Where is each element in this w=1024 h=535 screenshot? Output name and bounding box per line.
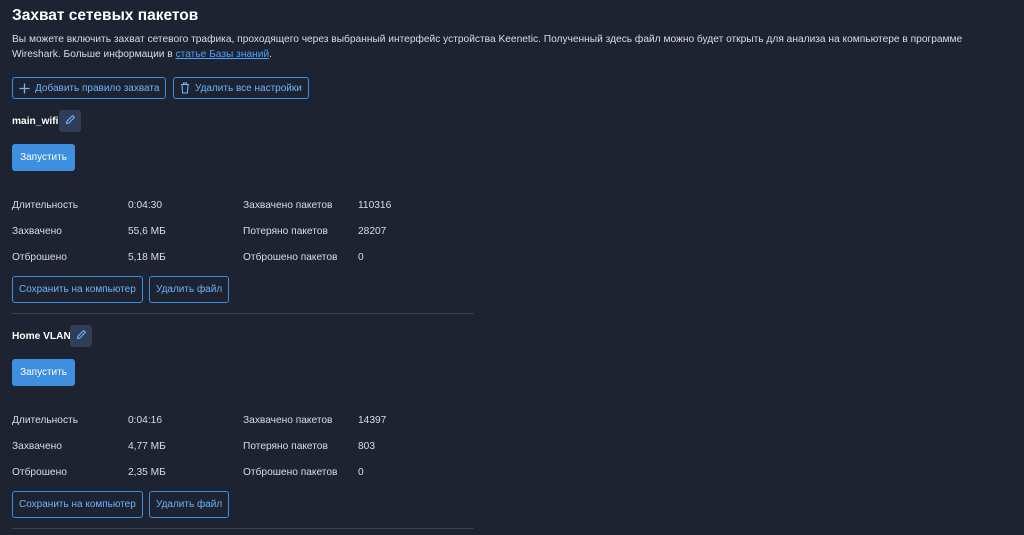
page-title: Захват сетевых пакетов	[12, 7, 199, 24]
packets-captured-label: Захвачено пакетов	[243, 200, 333, 211]
add-capture-rule-button[interactable]: Добавить правило захвата	[12, 77, 167, 99]
dropped-label: Отброшено	[12, 252, 67, 263]
duration-value: 0:04:30	[128, 200, 162, 211]
captured-label: Захвачено	[12, 226, 62, 237]
captured-value: 4,77 МБ	[128, 441, 166, 452]
section-divider	[12, 528, 474, 529]
packets-captured-value: 14397	[358, 415, 387, 426]
capture-name: main_wifi	[12, 116, 59, 127]
packets-dropped-value: 0	[358, 467, 364, 478]
captured-label: Захвачено	[12, 441, 62, 452]
save-to-computer-label: Сохранить на компьютер	[19, 499, 136, 510]
delete-all-settings-label: Удалить все настройки	[195, 82, 302, 94]
save-to-computer-label: Сохранить на компьютер	[19, 284, 136, 295]
packets-captured-label: Захвачено пакетов	[243, 415, 333, 426]
captured-value: 55,6 МБ	[128, 226, 166, 237]
trash-icon	[180, 82, 190, 94]
duration-label: Длительность	[12, 200, 79, 211]
description-text: Вы можете включить захват сетевого трафи…	[12, 34, 963, 60]
save-to-computer-button[interactable]: Сохранить на компьютер	[12, 276, 143, 303]
dropped-value: 2,35 МБ	[128, 467, 166, 478]
capture-name: Home VLAN	[12, 331, 71, 342]
section-divider	[12, 313, 474, 314]
save-to-computer-button[interactable]: Сохранить на компьютер	[12, 491, 143, 518]
plus-icon	[19, 83, 30, 94]
delete-file-button[interactable]: Удалить файл	[149, 276, 230, 303]
packets-dropped-value: 0	[358, 252, 364, 263]
dropped-value: 5,18 МБ	[128, 252, 166, 263]
edit-capture-button[interactable]	[59, 110, 81, 132]
packets-dropped-label: Отброшено пакетов	[243, 252, 338, 263]
page-description: Вы можете включить захват сетевого трафи…	[12, 32, 1012, 62]
delete-all-settings-button[interactable]: Удалить все настройки	[173, 77, 309, 99]
duration-label: Длительность	[12, 415, 79, 426]
start-capture-button[interactable]: Запустить	[12, 359, 75, 386]
start-capture-button[interactable]: Запустить	[12, 144, 75, 171]
pencil-icon	[65, 112, 76, 130]
packets-lost-label: Потеряно пакетов	[243, 226, 328, 237]
delete-file-button[interactable]: Удалить файл	[149, 491, 230, 518]
knowledge-base-link[interactable]: статье Базы знаний	[176, 49, 270, 60]
delete-file-label: Удалить файл	[156, 284, 223, 295]
packets-dropped-label: Отброшено пакетов	[243, 467, 338, 478]
description-end: .	[269, 49, 272, 60]
packets-lost-value: 803	[358, 441, 375, 452]
dropped-label: Отброшено	[12, 467, 67, 478]
delete-file-label: Удалить файл	[156, 499, 223, 510]
add-capture-rule-label: Добавить правило захвата	[35, 82, 160, 94]
pencil-icon	[76, 327, 87, 345]
packets-lost-label: Потеряно пакетов	[243, 441, 328, 452]
packets-captured-value: 110316	[358, 200, 392, 211]
packets-lost-value: 28207	[358, 226, 387, 237]
edit-capture-button[interactable]	[70, 325, 92, 347]
duration-value: 0:04:16	[128, 415, 162, 426]
